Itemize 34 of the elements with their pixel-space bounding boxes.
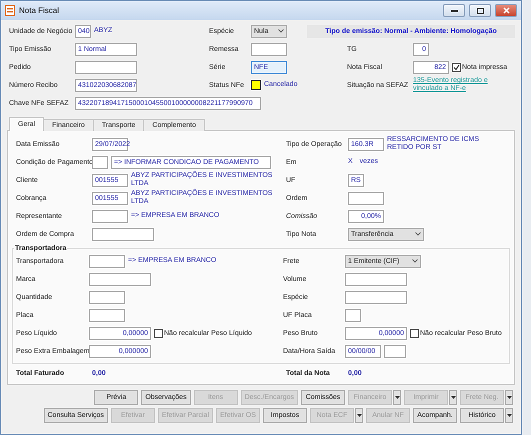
caret-icon [394, 396, 400, 399]
input-field[interactable] [384, 344, 406, 358]
input-field[interactable] [92, 156, 108, 168]
input-field[interactable] [92, 228, 154, 240]
caret-icon [506, 396, 512, 399]
maximize-button[interactable] [469, 4, 491, 17]
input-field[interactable] [89, 254, 125, 268]
input-field[interactable] [89, 272, 151, 286]
input-field[interactable] [345, 272, 407, 286]
checkbox[interactable] [410, 328, 419, 338]
close-button[interactable] [495, 4, 517, 17]
checkbox[interactable] [154, 328, 163, 338]
chevron-icon [412, 259, 418, 263]
maximize-icon [476, 8, 484, 14]
caret-icon [356, 414, 362, 417]
close-icon [502, 7, 510, 14]
input-field[interactable] [92, 210, 128, 222]
input-field[interactable] [75, 60, 137, 74]
checkbox[interactable] [452, 62, 461, 72]
input-field[interactable] [345, 290, 407, 304]
input-field[interactable] [89, 290, 125, 304]
input-field[interactable] [251, 42, 287, 56]
input-field[interactable] [89, 308, 125, 322]
chevron-icon [278, 29, 284, 33]
dropdown-button[interactable] [505, 408, 513, 423]
input-field[interactable] [345, 308, 361, 322]
caret-icon [506, 414, 512, 417]
minimize-icon [450, 9, 458, 12]
minimize-button[interactable] [443, 4, 465, 17]
app-icon [5, 5, 15, 16]
window-title: Nota Fiscal [19, 6, 60, 15]
input-field[interactable] [348, 192, 384, 204]
chevron-icon [415, 232, 421, 236]
caret-icon [450, 396, 456, 399]
